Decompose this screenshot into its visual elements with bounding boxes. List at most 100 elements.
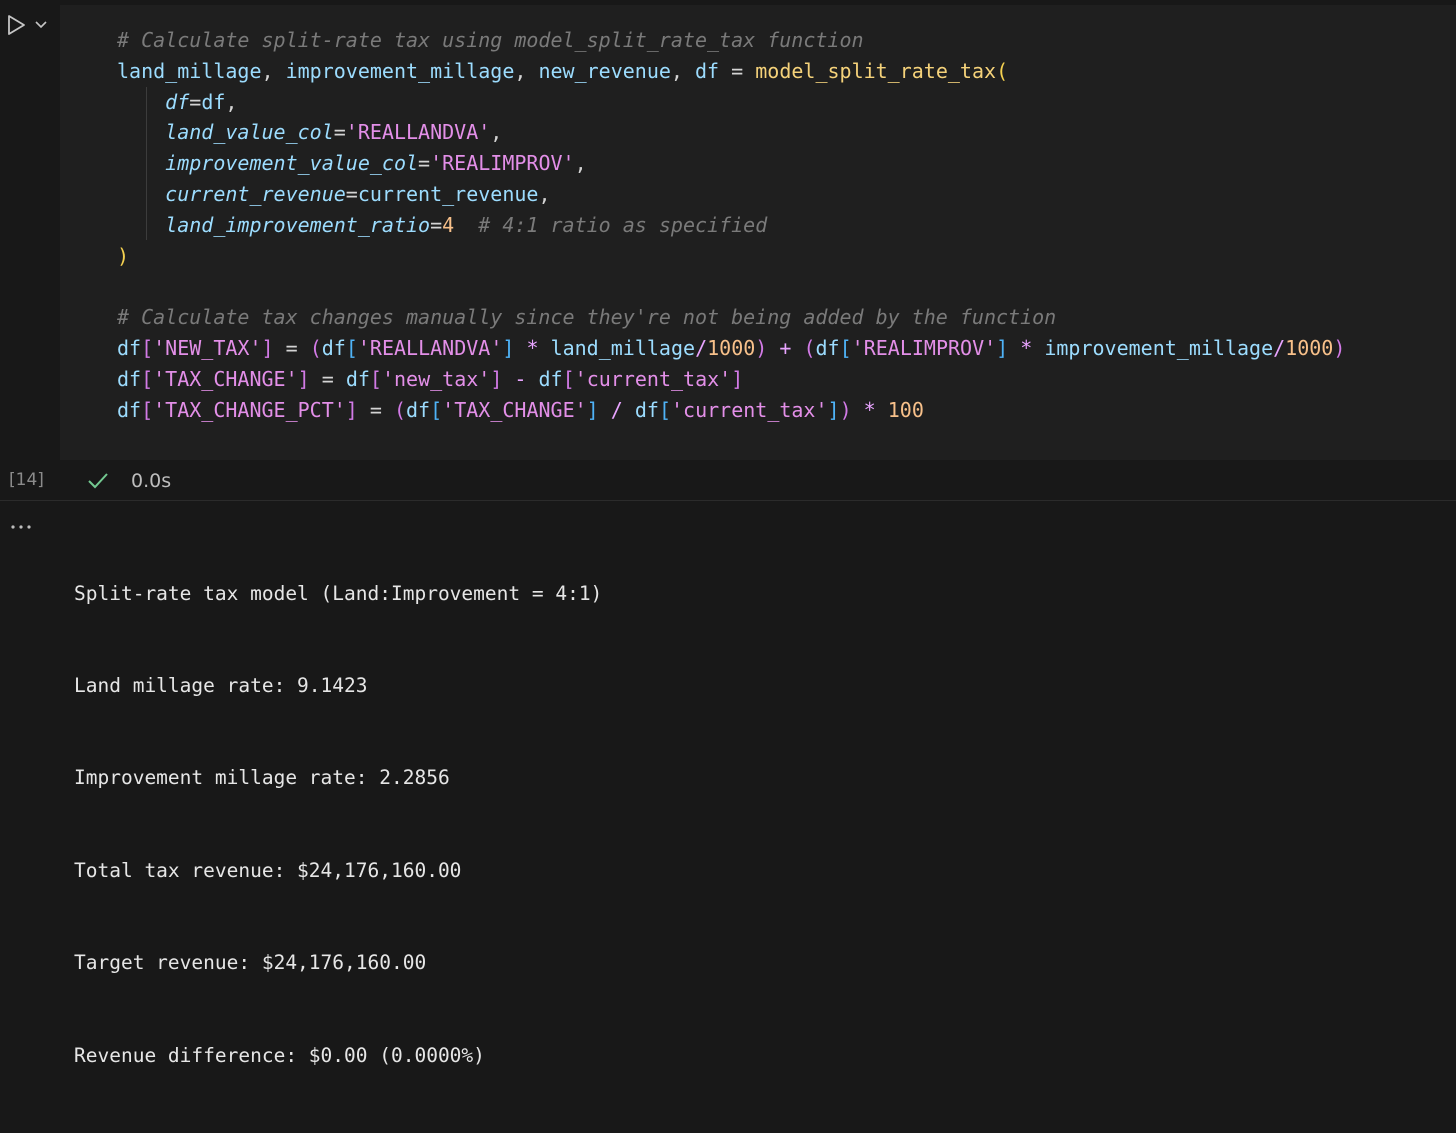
code-token: 1000 xyxy=(1285,335,1334,360)
code-token: land_millage xyxy=(550,335,696,360)
code-token: = xyxy=(418,151,431,176)
play-icon xyxy=(8,15,25,35)
code-token: * xyxy=(1020,335,1033,360)
output-line: Total tax revenue: $24,176,160.00 xyxy=(74,858,462,882)
code-token: ( xyxy=(803,335,816,360)
code-token: ] xyxy=(996,335,1009,360)
code-token: improvement_millage xyxy=(285,58,515,83)
code-token: df xyxy=(321,335,346,360)
code-token: ] xyxy=(827,397,840,422)
code-token: 'REALLANDVA' xyxy=(357,335,503,360)
code-content[interactable]: # Calculate split-rate tax using model_s… xyxy=(117,25,1345,425)
output-text: Split-rate tax model (Land:Improvement =… xyxy=(74,517,602,1133)
code-token: / xyxy=(610,397,623,422)
execution-time: 0.0s xyxy=(131,470,172,492)
code-token: 'current_tax' xyxy=(574,366,732,391)
code-token: * xyxy=(863,397,876,422)
code-token: [ xyxy=(562,366,575,391)
code-token: # Calculate split-rate tax using model_s… xyxy=(117,28,864,52)
code-token: ] xyxy=(261,335,274,360)
code-token: df xyxy=(538,366,563,391)
code-line[interactable]: df['TAX_CHANGE_PCT'] = (df['TAX_CHANGE']… xyxy=(117,395,1345,426)
output-line: Land millage rate: 9.1423 xyxy=(74,673,368,697)
code-token: / xyxy=(695,335,708,360)
code-token: [ xyxy=(839,335,852,360)
code-line[interactable]: land_value_col='REALLANDVA', xyxy=(117,117,1345,148)
code-line[interactable]: # Calculate tax changes manually since t… xyxy=(117,302,1345,333)
output-menu-button[interactable] xyxy=(8,515,38,535)
more-icon xyxy=(11,525,31,529)
code-token: model_split_rate_tax xyxy=(755,58,997,83)
run-cell-button[interactable] xyxy=(5,12,53,38)
code-line[interactable]: df=df, xyxy=(117,87,1345,118)
code-token: df xyxy=(345,366,370,391)
code-token: ] xyxy=(731,366,744,391)
code-token: df xyxy=(117,335,142,360)
code-line[interactable]: land_millage, improvement_millage, new_r… xyxy=(117,56,1345,87)
code-token: df xyxy=(406,397,431,422)
code-token: / xyxy=(1273,335,1286,360)
code-line[interactable]: improvement_value_col='REALIMPROV', xyxy=(117,148,1345,179)
code-token: ( xyxy=(393,397,407,422)
code-line[interactable]: current_revenue=current_revenue, xyxy=(117,179,1345,210)
code-token: 'TAX_CHANGE' xyxy=(153,366,298,391)
code-token: ( xyxy=(309,335,322,360)
code-token: current_revenue xyxy=(165,181,346,206)
code-line[interactable]: land_improvement_ratio=4 # 4:1 ratio as … xyxy=(117,210,1345,241)
output-line: Split-rate tax model (Land:Improvement =… xyxy=(74,581,603,605)
code-token: 'TAX_CHANGE' xyxy=(442,397,587,422)
code-token: - xyxy=(514,366,527,391)
code-line[interactable]: df['TAX_CHANGE'] = df['new_tax'] - df['c… xyxy=(117,364,1345,395)
execution-count: [14] xyxy=(9,470,44,490)
cell-gutter xyxy=(0,0,60,500)
code-line[interactable]: ) xyxy=(117,241,1345,272)
code-token: # Calculate tax changes manually since t… xyxy=(117,305,1057,330)
code-line[interactable]: df['NEW_TAX'] = (df['REALLANDVA'] * land… xyxy=(117,333,1345,364)
code-token: 'new_tax' xyxy=(381,366,491,391)
code-token: , xyxy=(490,120,503,145)
code-token: ] xyxy=(502,335,515,360)
code-token: + xyxy=(779,335,792,360)
code-line[interactable] xyxy=(117,271,1345,302)
code-token: [ xyxy=(141,366,154,391)
cell-status-bar: [14] 0.0s xyxy=(0,462,1456,500)
code-token: [ xyxy=(345,335,358,360)
code-token: [ xyxy=(369,366,382,391)
code-token: ) xyxy=(755,335,768,360)
code-token: = xyxy=(719,58,756,83)
code-token: # 4:1 ratio as specified xyxy=(478,212,768,237)
code-token: ] xyxy=(345,397,358,422)
code-token: land_value_col xyxy=(165,120,334,145)
chevron-down-icon[interactable] xyxy=(34,20,48,30)
code-token: ) xyxy=(117,243,130,268)
cell-output: Split-rate tax model (Land:Improvement =… xyxy=(0,501,1456,1067)
code-token: new_revenue xyxy=(538,58,671,83)
code-token: 'REALLANDVA' xyxy=(345,120,491,145)
code-token: ] xyxy=(297,366,310,391)
code-token: 'REALIMPROV' xyxy=(851,335,997,360)
code-token: df xyxy=(695,58,720,83)
code-token: current_revenue xyxy=(357,181,539,206)
code-token: [ xyxy=(141,397,154,422)
code-token: df xyxy=(815,335,840,360)
code-token: = xyxy=(309,366,346,391)
code-line[interactable]: # Calculate split-rate tax using model_s… xyxy=(117,25,1345,56)
code-token: * xyxy=(526,335,539,360)
code-token: [ xyxy=(658,397,671,422)
output-line: Revenue difference: $0.00 (0.0000%) xyxy=(74,1043,485,1067)
code-token: [ xyxy=(141,335,154,360)
code-token: 4 xyxy=(442,212,455,237)
code-token: ) xyxy=(1333,335,1346,360)
